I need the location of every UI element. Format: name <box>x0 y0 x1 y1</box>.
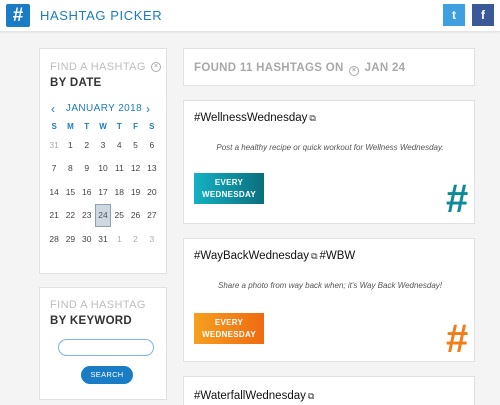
twitter-icon[interactable]: t <box>443 4 465 26</box>
weekday-label: T <box>84 121 90 131</box>
copy-icon[interactable]: ⧉ <box>308 391 314 402</box>
hashtag-name[interactable]: #WayBackWednesday <box>194 250 309 262</box>
weekday-label: F <box>133 121 138 131</box>
calendar-day[interactable]: 13 <box>144 163 160 173</box>
panel-title: BY KEYWORD <box>50 315 133 327</box>
hashtag-card: #WaterfallWednesday ⧉ <box>183 376 475 405</box>
facebook-icon[interactable]: f <box>472 4 494 26</box>
panel-title: BY DATE <box>50 77 102 89</box>
calendar-day[interactable]: 23 <box>79 210 95 220</box>
app-title[interactable]: HASHTAG PICKER <box>40 8 162 23</box>
calendar-day[interactable]: 6 <box>144 140 160 150</box>
frequency-badge: EVERY WEDNESDAY <box>194 173 264 204</box>
calendar-day[interactable]: 2 <box>79 140 95 150</box>
results-date: JAN 24 <box>364 62 406 74</box>
hashtag-icon: # <box>446 317 469 361</box>
calendar-day[interactable]: 10 <box>95 163 111 173</box>
hashtag-card-title: #WellnessWednesday ⧉ <box>194 112 318 124</box>
calendar-day[interactable]: 7 <box>46 163 62 173</box>
calendar-day[interactable]: 3 <box>95 140 111 150</box>
calendar-day[interactable]: 27 <box>144 210 160 220</box>
calendar-day[interactable]: 8 <box>62 163 78 173</box>
hashtag-card-title: #WaterfallWednesday ⧉ <box>194 390 316 402</box>
calendar-day[interactable]: 21 <box>46 210 62 220</box>
calendar-day[interactable]: 4 <box>111 140 127 150</box>
calendar-day[interactable]: 18 <box>111 187 127 197</box>
find-by-keyword-panel: FIND A HASHTAG BY KEYWORD SEARCH <box>39 287 167 400</box>
clear-results-icon[interactable]: × <box>349 66 360 76</box>
calendar-week-row: 7 8 9 10 11 12 13 <box>46 157 160 181</box>
hashtag-name[interactable]: #WaterfallWednesday <box>194 390 306 402</box>
copy-icon[interactable]: ⧉ <box>311 251 317 262</box>
calendar-day[interactable]: 16 <box>79 187 95 197</box>
calendar-week-row: 21 22 23 24 25 26 27 <box>46 203 160 228</box>
search-button[interactable]: SEARCH <box>81 366 133 384</box>
calendar-weekday-row: S M T W T F S <box>46 119 160 133</box>
hashtag-description: Post a healthy recipe or quick workout f… <box>216 143 444 152</box>
calendar-day[interactable]: 2 <box>127 234 143 244</box>
calendar-day[interactable]: 31 <box>95 234 111 244</box>
clear-date-icon[interactable]: × <box>151 62 161 72</box>
calendar-week-row: 31 1 2 3 4 5 6 <box>46 133 160 157</box>
calendar-day[interactable]: 12 <box>127 163 143 173</box>
weekday-label: W <box>99 121 107 131</box>
calendar-day[interactable]: 26 <box>127 210 143 220</box>
badge-line: EVERY <box>214 178 244 187</box>
calendar-day[interactable]: 1 <box>111 234 127 244</box>
calendar-day[interactable]: 25 <box>111 210 127 220</box>
find-by-date-panel: FIND A HASHTAG BY DATE × ‹ JANUARY 2018 … <box>39 48 167 274</box>
hashtag-logo-icon[interactable]: # <box>6 4 30 27</box>
calendar-day[interactable]: 31 <box>46 140 62 150</box>
calendar-day[interactable]: 29 <box>62 234 78 244</box>
calendar-header: ‹ JANUARY 2018 › <box>50 102 158 116</box>
calendar-day[interactable]: 3 <box>144 234 160 244</box>
calendar-day[interactable]: 22 <box>62 210 78 220</box>
calendar-week-row: 14 15 16 17 18 19 20 <box>46 180 160 204</box>
hashtag-icon: # <box>446 177 469 221</box>
results-summary: FOUND 11 HASHTAGS ON × JAN 24 <box>194 62 405 76</box>
weekday-label: M <box>67 121 74 131</box>
weekday-label: T <box>116 121 122 131</box>
calendar-month-label: JANUARY 2018 <box>65 103 143 114</box>
calendar-week-row: 28 29 30 31 1 2 3 <box>46 227 160 251</box>
badge-line: WEDNESDAY <box>202 190 256 199</box>
top-header: # HASHTAG PICKER t f <box>0 0 500 32</box>
badge-line: WEDNESDAY <box>202 330 256 339</box>
calendar-day[interactable]: 28 <box>46 234 62 244</box>
calendar-day[interactable]: 15 <box>62 187 78 197</box>
frequency-badge: EVERY WEDNESDAY <box>194 313 264 344</box>
keyword-search-input[interactable] <box>58 339 154 356</box>
hashtag-card-title: #WayBackWednesday ⧉ #WBW <box>194 250 355 262</box>
prev-month-icon[interactable]: ‹ <box>51 102 55 116</box>
panel-subtitle: FIND A HASHTAG <box>50 299 146 311</box>
calendar-day[interactable]: 19 <box>127 187 143 197</box>
calendar-day[interactable]: 9 <box>79 163 95 173</box>
next-month-icon[interactable]: › <box>146 102 150 116</box>
panel-subtitle: FIND A HASHTAG <box>50 61 146 73</box>
badge-line: EVERY <box>214 318 244 327</box>
calendar-day[interactable]: 20 <box>144 187 160 197</box>
hashtag-card: #WayBackWednesday ⧉ #WBW Share a photo fro… <box>183 238 475 362</box>
weekday-label: S <box>149 121 155 131</box>
calendar-grid: S M T W T F S 31 1 2 3 4 5 6 7 8 9 10 11… <box>46 119 160 251</box>
hashtag-description: Share a photo from way back when; it's W… <box>217 281 442 290</box>
calendar-day[interactable]: 30 <box>79 234 95 244</box>
calendar-day[interactable]: 1 <box>62 140 78 150</box>
calendar-day[interactable]: 11 <box>111 163 127 173</box>
results-count-label: FOUND 11 HASHTAGS ON <box>194 62 344 74</box>
copy-icon[interactable]: ⧉ <box>309 113 315 124</box>
weekday-label: S <box>51 121 57 131</box>
calendar-day[interactable]: 5 <box>127 140 143 150</box>
hashtag-alias[interactable]: #WBW <box>320 250 356 262</box>
calendar-day-selected[interactable]: 24 <box>94 203 112 227</box>
hashtag-name[interactable]: #WellnessWednesday <box>194 112 307 124</box>
results-header: FOUND 11 HASHTAGS ON × JAN 24 <box>183 48 475 86</box>
calendar-day[interactable]: 14 <box>46 187 62 197</box>
hashtag-card: #WellnessWednesday ⧉ Post a healthy recip… <box>183 100 475 224</box>
calendar-day[interactable]: 17 <box>95 187 111 197</box>
